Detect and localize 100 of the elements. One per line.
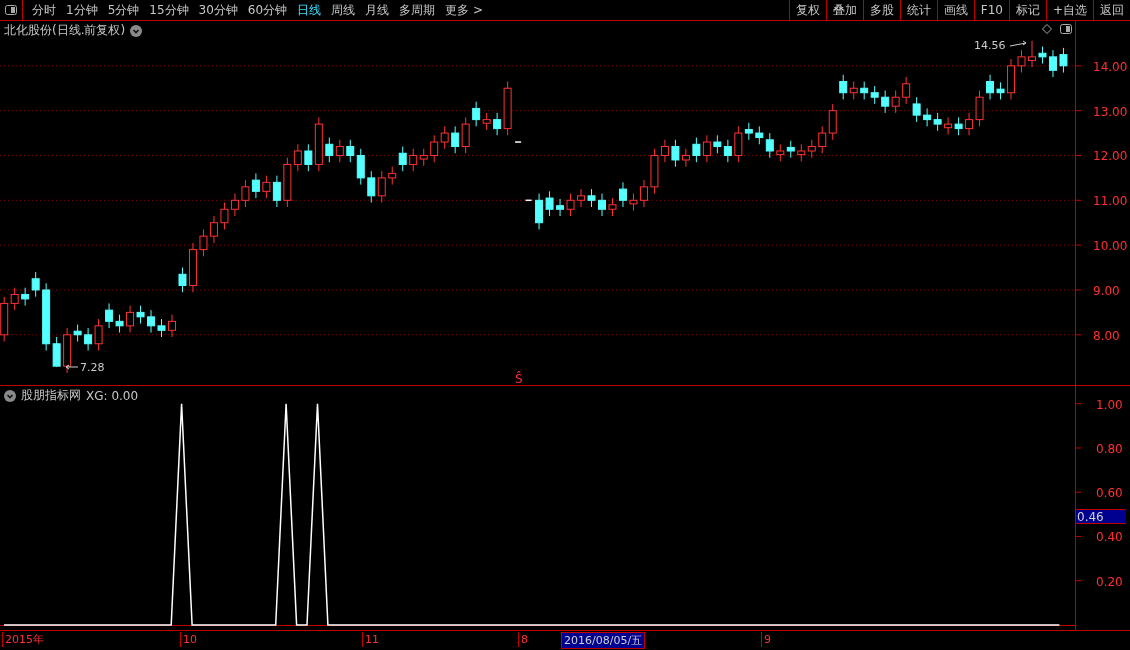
- axis-tick-label: 0.80: [1096, 441, 1123, 456]
- toolbar-button[interactable]: F10: [973, 0, 1009, 20]
- candlestick: [451, 125, 460, 154]
- candlestick: [335, 139, 344, 163]
- period-tab[interactable]: 5分钟: [102, 1, 145, 19]
- candlestick: [692, 137, 701, 163]
- candlestick: [902, 76, 911, 105]
- event-marker: Ŝ: [515, 372, 523, 385]
- period-tab[interactable]: 月线: [360, 1, 395, 19]
- candlestick: [84, 327, 93, 351]
- price-axis-label: 8.00: [1093, 328, 1120, 343]
- candlestick: [545, 190, 554, 217]
- period-tab[interactable]: 30分钟: [193, 1, 243, 19]
- price-axis-label: 12.00: [1093, 149, 1128, 164]
- candlestick: [168, 314, 176, 338]
- date-axis-label: 10: [180, 632, 199, 647]
- candlestick: [891, 89, 900, 114]
- candlestick: [398, 146, 407, 172]
- price-axis-label: 13.00: [1093, 104, 1128, 119]
- candlestick: [598, 193, 606, 217]
- candlestick: [577, 188, 586, 208]
- candlestick: [377, 170, 386, 204]
- candlestick: [262, 175, 271, 199]
- cursor-date: 2016/08/05/五: [561, 632, 646, 649]
- candlestick: [126, 305, 135, 334]
- period-tab[interactable]: 多周期: [394, 1, 441, 19]
- candlestick: [220, 202, 229, 230]
- candlestick: [660, 139, 669, 163]
- candlestick: [566, 193, 575, 217]
- candlestick: [430, 134, 439, 163]
- candlestick: [209, 215, 218, 244]
- price-axis-label: 14.00: [1093, 59, 1128, 74]
- candlestick: [304, 143, 313, 172]
- period-tab[interactable]: 分时: [27, 1, 61, 19]
- period-tab[interactable]: 更多 >: [440, 1, 488, 19]
- candlestick: [10, 287, 19, 311]
- toolbar-button[interactable]: 叠加: [825, 0, 863, 20]
- candlestick: [818, 125, 827, 154]
- axis-tick-label: 0.40: [1096, 530, 1123, 545]
- candlestick: [230, 193, 239, 217]
- cursor-value: 0.46: [1076, 509, 1126, 524]
- candlestick: [31, 271, 40, 298]
- axis-tick-label: 1.00: [1096, 397, 1123, 412]
- candlestick: [734, 125, 743, 163]
- candlestick: [671, 139, 680, 168]
- chevron-icon[interactable]: [4, 389, 16, 402]
- toolbar-button[interactable]: 返回: [1093, 0, 1130, 20]
- candlestick: [472, 101, 481, 127]
- date-axis-label: 11: [362, 632, 381, 647]
- diamond-icon[interactable]: [1042, 24, 1052, 34]
- candlestick: [147, 309, 156, 334]
- toolbar-button[interactable]: 多股: [862, 0, 900, 20]
- candlestick: [765, 132, 774, 159]
- date-axis-label: 9: [761, 632, 773, 647]
- candlestick: [923, 107, 932, 127]
- candlestick: [1048, 49, 1057, 78]
- candlestick: [409, 148, 418, 172]
- indicator-reading: XG: 0.00: [86, 388, 139, 403]
- candlestick: [461, 116, 470, 154]
- candlestick: [944, 116, 953, 135]
- candlestick: [723, 139, 732, 163]
- candlestick: [1059, 47, 1068, 74]
- period-tab[interactable]: 1分钟: [61, 1, 103, 19]
- date-axis-label: 2015年: [2, 632, 46, 647]
- axis-tick-label: 0.20: [1096, 574, 1123, 589]
- toolbar-button[interactable]: 复权: [788, 0, 826, 20]
- period-tab[interactable]: 周线: [326, 1, 361, 19]
- chevron-icon[interactable]: [130, 24, 143, 37]
- candlestick: [828, 103, 837, 141]
- toolbar-button[interactable]: 统计: [899, 0, 937, 20]
- candlestick: [367, 170, 376, 204]
- period-tab[interactable]: 60分钟: [242, 1, 293, 19]
- candlestick: [986, 74, 995, 100]
- toolbar-button[interactable]: 标记: [1008, 0, 1046, 20]
- chart-title: 北化股份(日线.前复权): [4, 22, 126, 39]
- candlestick: [272, 175, 281, 208]
- candlestick: [639, 179, 648, 208]
- price-axis-label: 11.00: [1093, 194, 1128, 209]
- axis-tick-label: 0.60: [1096, 486, 1123, 501]
- indicator-name: 股朋指标网: [21, 387, 81, 404]
- candlestick: [293, 143, 302, 172]
- date-axis-label: 8: [518, 632, 530, 647]
- candlestick: [356, 148, 365, 186]
- candlestick: [199, 228, 208, 257]
- candlestick: [965, 112, 974, 136]
- candlestick: [1017, 49, 1026, 74]
- period-tab[interactable]: 日线: [292, 1, 327, 19]
- candlestick: [1028, 40, 1036, 68]
- candlestick: [178, 267, 187, 293]
- candlestick: [839, 74, 848, 100]
- candlestick: [346, 139, 355, 163]
- candlestick: [702, 134, 711, 163]
- candlestick: [681, 148, 690, 168]
- candlestick: [618, 181, 627, 208]
- period-tab[interactable]: 15分钟: [144, 1, 194, 19]
- candlestick: [556, 198, 565, 217]
- toolbar-button[interactable]: +自选: [1045, 0, 1093, 20]
- toolbar-button[interactable]: 画线: [936, 0, 974, 20]
- panel-toggle-icon[interactable]: [1060, 24, 1072, 34]
- panel-toggle-icon[interactable]: [5, 5, 17, 15]
